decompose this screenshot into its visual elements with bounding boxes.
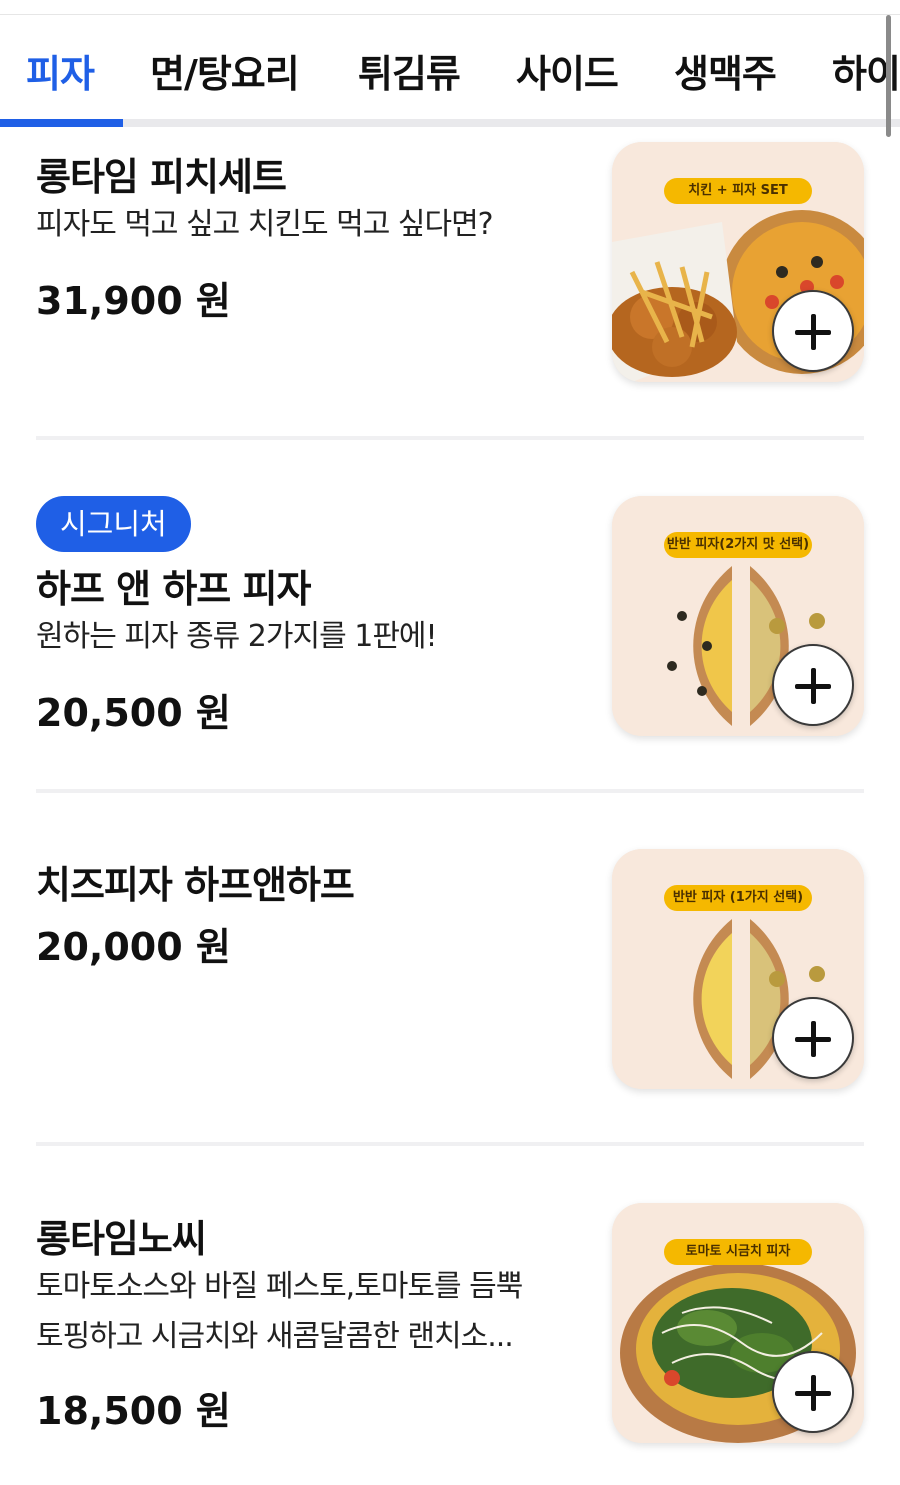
- category-tab-bar: 피자 면/탕요리 튀김류 사이드 생맥주 하이: [0, 15, 900, 137]
- item-description-line-1: 토마토소스와 바질 페스토,토마토를 듬뿍: [36, 1269, 523, 1304]
- tab-draft-beer[interactable]: 생맥주: [674, 43, 777, 98]
- add-to-cart-button[interactable]: [772, 290, 854, 372]
- add-to-cart-button[interactable]: [772, 644, 854, 726]
- item-description: 피자도 먹고 싶고 치킨도 먹고 싶다면?: [36, 207, 494, 242]
- item-divider: [36, 436, 864, 440]
- item-description: 원하는 피자 종류 2가지를 1판에!: [36, 619, 438, 654]
- item-name: 롱타임 피치세트: [36, 155, 287, 199]
- item-price: 20,000 원: [36, 925, 231, 969]
- tab-fried[interactable]: 튀김류: [358, 43, 461, 98]
- item-price: 31,900 원: [36, 279, 231, 323]
- image-tag: 반반 피자(2가지 맛 선택): [664, 532, 812, 558]
- item-price: 20,500 원: [36, 691, 231, 735]
- signature-badge: 시그니처: [36, 496, 191, 552]
- item-name: 치즈피자 하프앤하프: [36, 863, 355, 907]
- tab-noodles-soup[interactable]: 면/탕요리: [150, 43, 300, 98]
- tab-side[interactable]: 사이드: [516, 43, 619, 98]
- image-tag: 치킨 + 피자 SET: [664, 178, 812, 204]
- tab-active-indicator: [0, 119, 123, 127]
- item-name: 하프 앤 하프 피자: [36, 567, 311, 611]
- item-price: 18,500 원: [36, 1389, 231, 1433]
- image-tag: 반반 피자 (1가지 선택): [664, 885, 812, 911]
- image-tag: 토마토 시금치 피자: [664, 1239, 812, 1265]
- item-divider: [36, 1142, 864, 1146]
- item-description-line-2: 토핑하고 시금치와 새콤달콤한 랜치소...: [36, 1319, 514, 1354]
- tab-pizza[interactable]: 피자: [26, 43, 95, 98]
- tab-track: [0, 119, 900, 127]
- item-name: 롱타임노씨: [36, 1217, 207, 1261]
- add-to-cart-button[interactable]: [772, 1351, 854, 1433]
- add-to-cart-button[interactable]: [772, 997, 854, 1079]
- item-divider: [36, 789, 864, 793]
- scrollbar[interactable]: [886, 15, 891, 137]
